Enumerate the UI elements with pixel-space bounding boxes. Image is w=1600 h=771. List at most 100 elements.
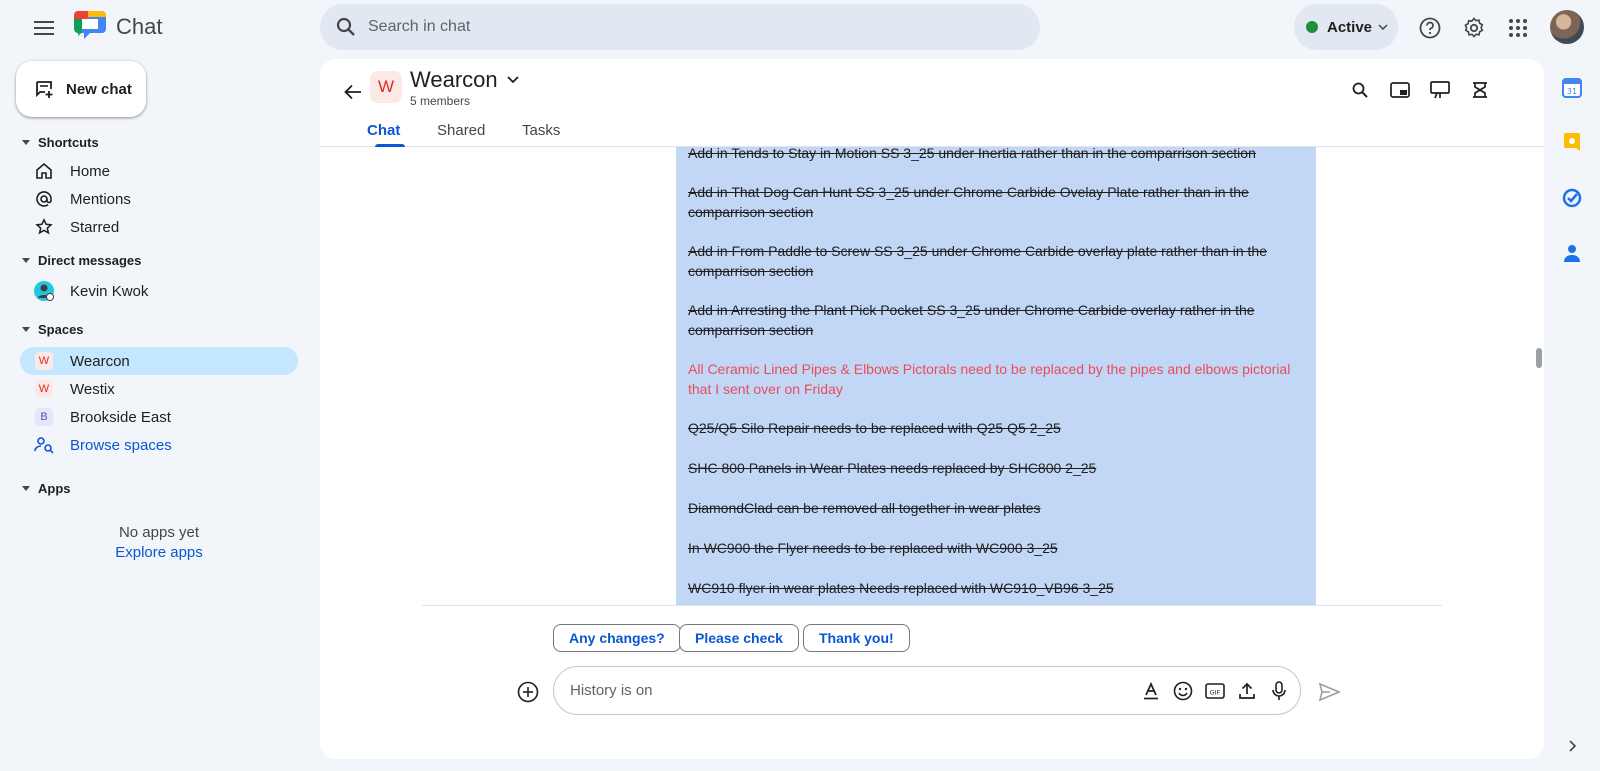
sidebar-item-kevin-kwok[interactable]: Kevin Kwok [20,277,298,305]
chevron-right-icon [1569,740,1576,752]
google-chat-logo[interactable] [74,11,108,43]
message-text: SHC 800 Panels in Wear Plates needs repl… [688,460,1097,476]
quick-reply-chip[interactable]: Any changes? [553,624,681,652]
emoji-button[interactable] [1171,679,1195,703]
google-apps-button[interactable] [1501,11,1535,45]
apps-grid-icon [1509,19,1527,37]
keep-icon [1564,133,1580,151]
add-attachment-button[interactable] [514,678,542,706]
contacts-app-button[interactable] [1560,241,1584,265]
avatar [32,279,56,303]
svg-text:GIF: GIF [1210,689,1221,697]
message-text: In WC900 the Flyer needs to be replaced … [688,540,1058,556]
account-avatar[interactable] [1550,10,1584,44]
threads-button[interactable] [1463,73,1497,107]
app-title: Chat [116,14,163,39]
sidebar-item-label: Wearcon [70,352,130,370]
emoji-icon [1173,681,1193,701]
chevron-down-icon [1378,24,1388,30]
arrow-back-icon [344,84,361,100]
search-in-space-button[interactable] [1343,73,1377,107]
spaces-heading: Spaces [38,322,84,337]
new-chat-label: New chat [66,80,132,98]
status-label: Active [1327,18,1373,36]
calendar-app-button[interactable]: 31 [1560,76,1584,100]
message-text: All Ceramic Lined Pipes & Elbows Pictora… [688,361,1291,397]
browse-spaces-link[interactable]: Browse spaces [20,431,298,459]
sidebar-item-brookside-east[interactable]: B Brookside East [20,403,298,431]
quick-reply-chip[interactable]: Please check [679,624,799,652]
collapse-arrow-icon [22,486,30,491]
space-avatar: W [370,71,402,103]
star-icon [32,215,56,239]
message-list[interactable]: Add in Tends to Stay in Motion SS 3_25 u… [676,147,1316,605]
conversation-panel: W Wearcon 5 members Chat Shared Tasks Ad… [320,59,1544,759]
tasks-icon [1562,188,1582,208]
contacts-icon [1564,245,1580,262]
plus-circle-icon [517,681,539,703]
sidebar-item-starred[interactable]: Starred [20,213,298,241]
expand-side-panel-button[interactable] [1562,736,1582,756]
space-avatar: B [35,408,53,426]
chevron-down-icon[interactable] [506,75,520,85]
present-button[interactable] [1423,73,1457,107]
browse-spaces-label: Browse spaces [70,436,172,454]
gif-icon: GIF [1205,683,1225,699]
collapse-arrow-icon [22,140,30,145]
support-button[interactable] [1413,11,1447,45]
spaces-section-toggle[interactable]: Spaces [22,322,84,337]
direct-messages-section-toggle[interactable]: Direct messages [22,253,141,268]
help-icon [1419,17,1441,39]
apps-section-toggle[interactable]: Apps [22,481,71,496]
space-title[interactable]: Wearcon [410,67,498,93]
tab-shared[interactable]: Shared [437,122,485,139]
message-input[interactable] [570,682,1130,699]
scrollbar[interactable] [1536,348,1542,368]
search-bar[interactable] [320,4,1040,50]
top-bar: Chat Active [0,0,1600,56]
sidebar-item-westix[interactable]: W Westix [20,375,298,403]
tab-chat[interactable]: Chat [367,122,400,139]
svg-text:31: 31 [1567,87,1577,96]
send-icon [1318,683,1340,701]
upload-file-button[interactable] [1235,679,1259,703]
at-icon [32,187,56,211]
new-chat-icon [36,81,53,98]
sidebar-item-mentions[interactable]: Mentions [20,185,298,213]
message-text: Q25/Q5 Silo Repair needs to be replaced … [688,420,1061,436]
space-tabs: Chat Shared Tasks [320,115,1544,147]
search-icon [336,17,355,36]
microphone-icon [1272,681,1286,700]
format-text-button[interactable] [1139,679,1163,703]
status-dropdown[interactable]: Active [1294,4,1398,50]
calendar-icon: 31 [1562,78,1582,98]
send-button[interactable] [1315,678,1343,706]
member-count[interactable]: 5 members [410,94,470,108]
message-text: WC910 flyer in wear plates Needs replace… [688,580,1114,596]
shortcuts-section-toggle[interactable]: Shortcuts [22,135,99,150]
picture-in-picture-icon [1390,82,1410,98]
voice-message-button[interactable] [1267,679,1291,703]
settings-button[interactable] [1457,11,1491,45]
tab-tasks[interactable]: Tasks [522,122,560,139]
search-input[interactable] [368,18,968,36]
picture-in-picture-button[interactable] [1383,73,1417,107]
message-text: DiamondClad can be removed all together … [688,500,1041,516]
status-dot [1306,21,1318,33]
main-menu-button[interactable] [24,10,64,46]
gif-button[interactable]: GIF [1203,679,1227,703]
new-chat-button[interactable]: New chat [16,61,146,117]
collapse-arrow-icon [22,327,30,332]
sidebar-item-home[interactable]: Home [20,157,298,185]
message-text: Add in That Dog Can Hunt SS 3_25 under C… [688,184,1249,220]
explore-apps-link[interactable]: Explore apps [0,544,318,561]
keep-app-button[interactable] [1560,131,1584,155]
message-composer[interactable]: GIF [553,666,1301,715]
quick-reply-chip[interactable]: Thank you! [803,624,910,652]
shortcuts-heading: Shortcuts [38,135,99,150]
tasks-app-button[interactable] [1560,186,1584,210]
back-button[interactable] [336,75,370,109]
sidebar-item-wearcon[interactable]: W Wearcon [20,347,298,375]
hamburger-menu-icon [34,21,54,35]
space-avatar: W [35,352,53,370]
